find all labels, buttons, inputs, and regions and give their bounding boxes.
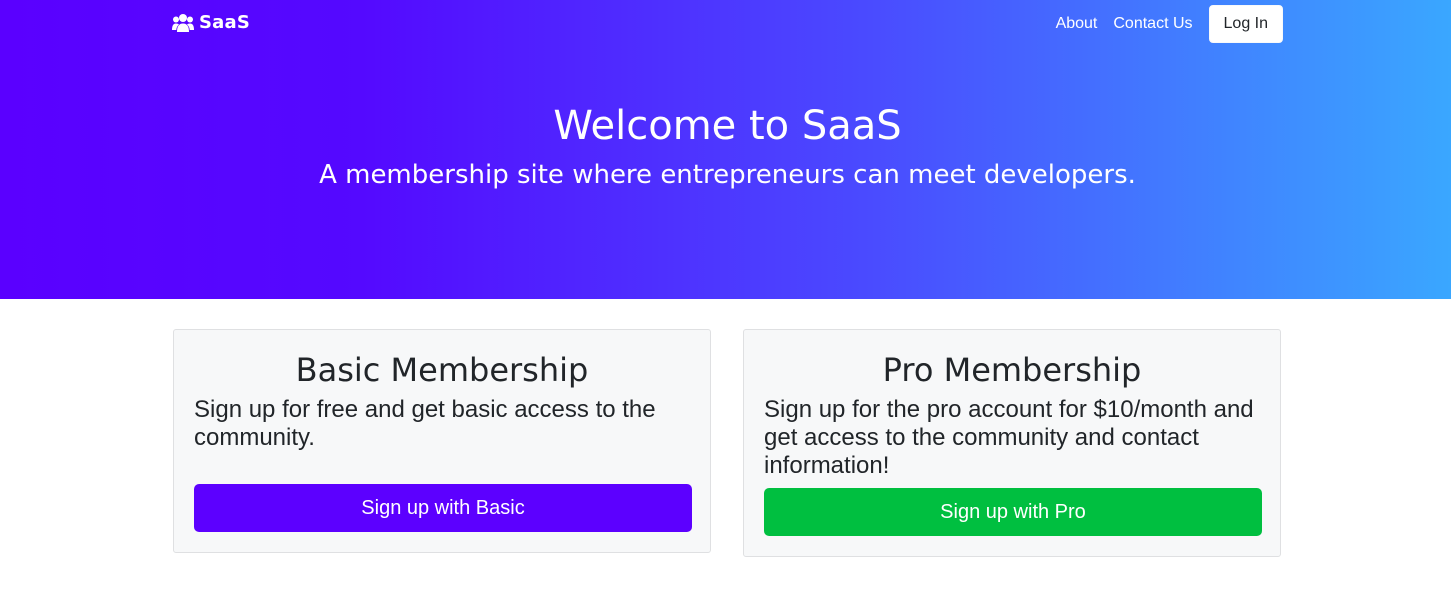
- hero-banner: SaaS About Contact Us Log In Welcome to …: [0, 0, 1451, 299]
- signup-basic-button[interactable]: Sign up with Basic: [194, 484, 692, 532]
- nav-link-about[interactable]: About: [1048, 5, 1106, 43]
- card-title: Pro Membership: [882, 351, 1142, 389]
- card-description: Sign up for free and get basic access to…: [194, 396, 656, 451]
- navbar: SaaS About Contact Us Log In: [0, 0, 1451, 47]
- nav-links: About Contact Us Log In: [1048, 5, 1283, 43]
- nav-link-contact[interactable]: Contact Us: [1105, 5, 1200, 43]
- brand-link[interactable]: SaaS: [172, 12, 250, 33]
- card-description: Sign up for the pro account for $10/mont…: [764, 396, 1254, 479]
- basic-membership-card: Basic Membership Sign up for free and ge…: [173, 329, 711, 553]
- users-icon: [172, 13, 194, 32]
- card-title: Basic Membership: [295, 351, 589, 389]
- hero-subtitle: A membership site where entrepreneurs ca…: [319, 160, 1136, 190]
- login-button[interactable]: Log In: [1208, 5, 1283, 43]
- hero-title: Welcome to SaaS: [553, 103, 902, 149]
- brand-label: SaaS: [199, 12, 251, 33]
- signup-pro-button[interactable]: Sign up with Pro: [764, 488, 1262, 536]
- pro-membership-card: Pro Membership Sign up for the pro accou…: [743, 329, 1281, 557]
